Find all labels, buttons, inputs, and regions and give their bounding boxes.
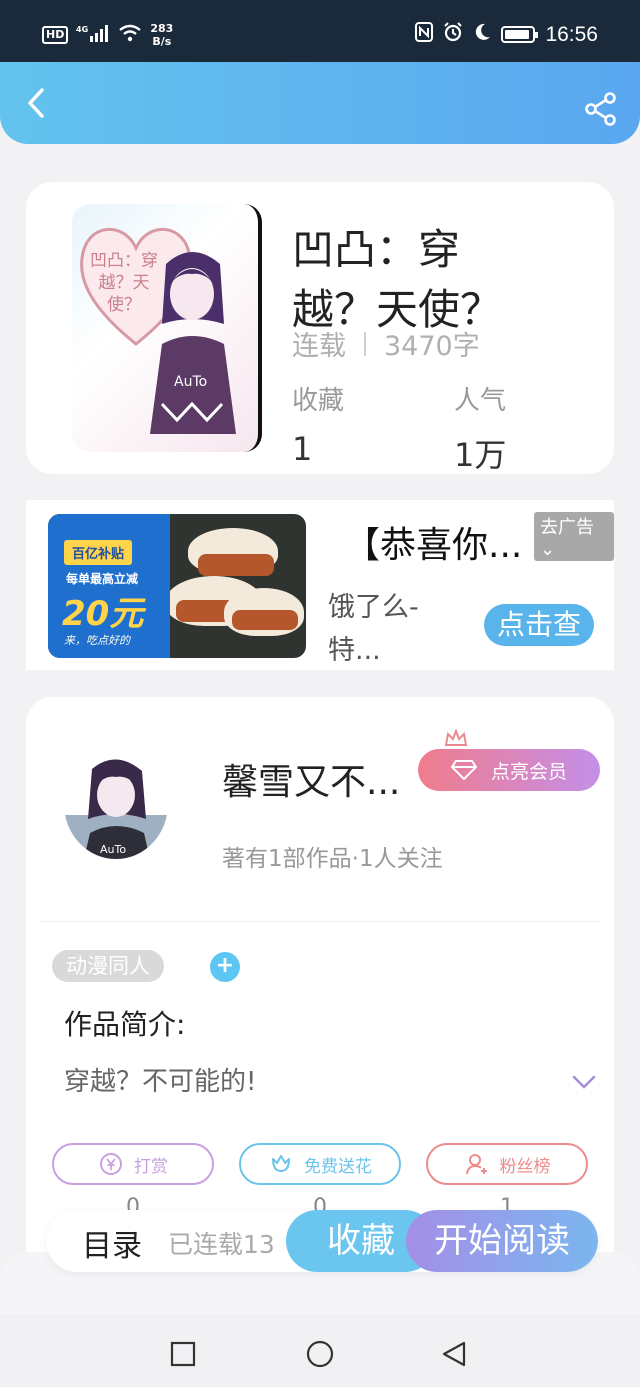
crown-icon	[444, 729, 468, 746]
home-button[interactable]	[306, 1340, 334, 1368]
ad-footer: 来，吃点好的	[64, 634, 130, 647]
book-meta: 连载 3470字	[292, 324, 480, 363]
svg-text:4G: 4G	[76, 25, 88, 34]
back-button[interactable]	[20, 86, 54, 120]
book-cover[interactable]: 凹凸：穿越？天使？ AuTo	[72, 204, 262, 452]
bottom-action-bar: 目录 已连载13 收藏 开始阅读	[46, 1210, 598, 1272]
serial-status: 连载	[292, 331, 346, 362]
vip-label: 点亮会员	[490, 760, 567, 783]
recents-button[interactable]	[169, 1340, 197, 1368]
nfc-icon	[415, 22, 434, 47]
yen-icon	[100, 1153, 122, 1175]
table-of-contents-button[interactable]: 目录	[82, 1221, 142, 1265]
alarm-icon	[443, 22, 463, 47]
ad-banner[interactable]: 百亿补贴 每单最高立减 20元 来，吃点好的 【恭喜你... 去广告 ⌄ 饿了么…	[26, 500, 614, 670]
intro-text: 穿越？不可能的!	[64, 1067, 257, 1097]
ad-subtitle: 每单最高立减	[66, 572, 139, 586]
chevron-left-icon	[28, 88, 44, 118]
popularity-label: 人气	[454, 386, 507, 416]
favorites-count: 1	[292, 430, 313, 468]
book-title: 凹凸：穿越？天使？	[292, 225, 503, 334]
moon-icon	[473, 22, 491, 47]
battery-icon	[501, 26, 539, 43]
flower-icon	[272, 1155, 290, 1172]
divider	[364, 331, 366, 356]
ad-amount: 20元	[62, 594, 144, 634]
author-subtitle: 著有1部作品·1人关注	[222, 846, 443, 872]
vip-button[interactable]: 点亮会员	[418, 749, 600, 791]
ad-image[interactable]: 百亿补贴 每单最高立减 20元 来，吃点好的	[48, 514, 306, 658]
genre-tag[interactable]: 动漫同人	[52, 950, 164, 982]
ad-description: 饿了么-特...	[328, 592, 419, 666]
book-info-card: 凹凸：穿越？天使？ AuTo 凹凸：穿越？天使？ 连载 3470字 收藏 人气 …	[26, 182, 614, 474]
serial-progress[interactable]: 已连载13	[168, 1225, 275, 1261]
favorites-label: 收藏	[292, 386, 345, 416]
header	[0, 62, 640, 144]
diamond-icon	[450, 760, 477, 780]
navigation-area	[0, 1252, 640, 1387]
divider	[40, 921, 600, 922]
share-icon	[585, 92, 616, 126]
author-name[interactable]: 馨雪又不...	[222, 753, 400, 805]
add-tag-button[interactable]: +	[210, 952, 240, 982]
status-bar: HD 4G 283 B/s 16:56	[0, 0, 640, 62]
start-reading-button[interactable]: 开始阅读	[406, 1210, 598, 1272]
svg-text:AuTo: AuTo	[174, 374, 207, 390]
clock: 16:56	[545, 22, 598, 46]
avatar-illustration: AuTo	[84, 759, 150, 859]
hd-badge: HD	[42, 26, 69, 44]
wifi-icon	[118, 24, 142, 46]
avatar[interactable]: AuTo	[64, 749, 168, 859]
signal-icon: 4G	[76, 24, 110, 46]
svg-text:AuTo: AuTo	[100, 843, 126, 856]
tip-button[interactable]: 打赏	[52, 1143, 214, 1185]
fan-ranking-button[interactable]: 粉丝榜	[426, 1143, 588, 1185]
ad-cta-button[interactable]: 点击查	[484, 604, 594, 646]
send-flower-button[interactable]: 免费送花	[239, 1143, 401, 1185]
intro-title: 作品简介:	[64, 1008, 186, 1041]
popularity-count: 1万	[454, 436, 507, 474]
word-count: 3470字	[384, 331, 480, 362]
character-illustration: AuTo	[150, 252, 236, 434]
ad-tag: 百亿补贴	[64, 540, 133, 565]
ad-title: 【恭喜你...	[344, 525, 523, 566]
share-button[interactable]	[584, 92, 618, 126]
back-nav-button[interactable]	[440, 1340, 468, 1368]
remove-ad-button[interactable]: 去广告 ⌄	[534, 512, 614, 561]
chevron-down-icon[interactable]	[572, 1075, 596, 1089]
user-icon	[465, 1154, 487, 1175]
network-speed: 283 B/s	[150, 22, 174, 48]
